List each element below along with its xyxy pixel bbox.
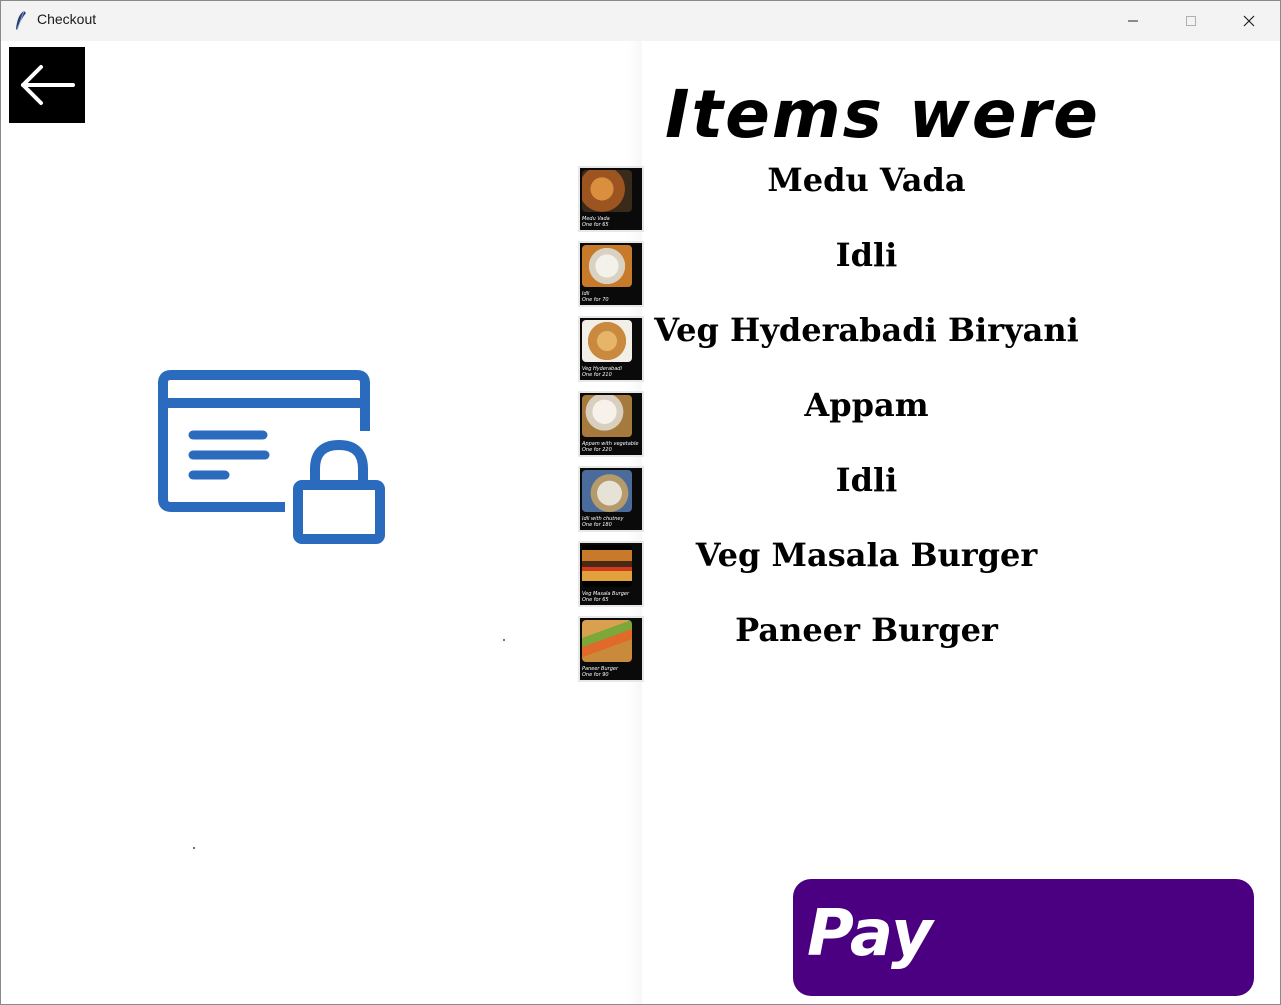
item-thumbnail: Veg Masala Burger One for 65 bbox=[578, 541, 644, 607]
order-item-row: Veg Masala Burger One for 65 Veg Masala B… bbox=[578, 536, 1138, 607]
item-thumbnail: Paneer Burger One for 90 bbox=[578, 616, 644, 682]
item-thumbnail: Idli One for 70 bbox=[578, 241, 644, 307]
stray-dot bbox=[503, 639, 505, 641]
item-name: Appam bbox=[804, 386, 929, 424]
arrow-left-icon bbox=[21, 65, 75, 105]
food-image bbox=[582, 545, 632, 587]
order-item-row: Medu Vada One for 65 Medu Vada bbox=[578, 161, 1138, 232]
left-panel bbox=[1, 41, 642, 1004]
item-caption: Appam with vegetable One for 220 bbox=[582, 441, 639, 453]
item-caption: Veg Hyderabadi One for 210 bbox=[582, 366, 622, 378]
pay-button[interactable]: Pay bbox=[793, 879, 1254, 996]
item-name: Idli bbox=[835, 461, 898, 499]
feather-icon bbox=[16, 10, 26, 31]
back-button[interactable] bbox=[9, 47, 85, 123]
minimize-icon bbox=[1128, 20, 1138, 22]
minimize-button[interactable] bbox=[1104, 1, 1162, 41]
item-name: Veg Hyderabadi Biryani bbox=[654, 311, 1079, 349]
maximize-icon bbox=[1186, 16, 1196, 26]
checkout-window: Checkout Items were Medu Vada One for 65… bbox=[0, 0, 1281, 1005]
order-item-row: Idli with chutney One for 180 Idli bbox=[578, 461, 1138, 532]
credit-card-lock-icon bbox=[158, 370, 385, 544]
food-image bbox=[582, 245, 632, 287]
item-thumbnail: Medu Vada One for 65 bbox=[578, 166, 644, 232]
item-thumbnail: Veg Hyderabadi One for 210 bbox=[578, 316, 644, 382]
item-name: Veg Masala Burger bbox=[695, 536, 1038, 574]
maximize-button[interactable] bbox=[1162, 1, 1220, 41]
close-button[interactable] bbox=[1220, 1, 1278, 41]
window-title: Checkout bbox=[37, 11, 97, 27]
item-caption: Idli One for 70 bbox=[582, 291, 609, 303]
stray-dot bbox=[193, 847, 195, 849]
item-caption: Medu Vada One for 65 bbox=[582, 216, 610, 228]
items-heading: Items were bbox=[665, 76, 1100, 153]
item-name: Idli bbox=[835, 236, 898, 274]
title-bar: Checkout bbox=[1, 1, 1280, 41]
food-image bbox=[582, 170, 632, 212]
item-caption: Veg Masala Burger One for 65 bbox=[582, 591, 630, 603]
item-name: Paneer Burger bbox=[735, 611, 998, 649]
order-item-row: Idli One for 70 Idli bbox=[578, 236, 1138, 307]
food-image bbox=[582, 320, 632, 362]
order-item-row: Paneer Burger One for 90 Paneer Burger bbox=[578, 611, 1138, 682]
order-item-row: Veg Hyderabadi One for 210 Veg Hyderabadi… bbox=[578, 311, 1138, 382]
item-thumbnail: Idli with chutney One for 180 bbox=[578, 466, 644, 532]
close-icon bbox=[1243, 15, 1255, 27]
food-image bbox=[582, 620, 632, 662]
item-caption: Paneer Burger One for 90 bbox=[582, 666, 619, 678]
food-image bbox=[582, 470, 632, 512]
item-caption: Idli with chutney One for 180 bbox=[582, 516, 624, 528]
food-image bbox=[582, 395, 632, 437]
item-name: Medu Vada bbox=[767, 161, 966, 199]
item-thumbnail: Appam with vegetable One for 220 bbox=[578, 391, 644, 457]
order-item-row: Appam with vegetable One for 220 Appam bbox=[578, 386, 1138, 457]
pay-button-label: Pay bbox=[807, 897, 933, 971]
checkout-content: Items were Medu Vada One for 65 Medu Vada… bbox=[1, 41, 1280, 1004]
